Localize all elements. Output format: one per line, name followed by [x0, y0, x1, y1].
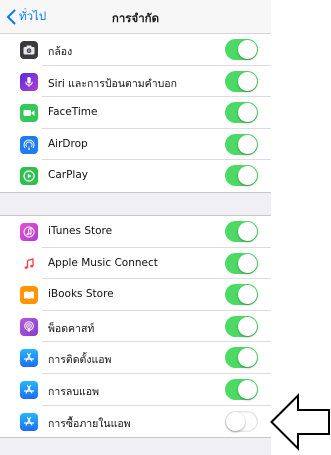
podcasts-icon — [20, 317, 38, 336]
row-label: กล้อง — [48, 46, 73, 58]
settings-row-ibooks-store: iBooks Store — [0, 279, 271, 311]
row-label: การซื้อภายในแอพ — [48, 417, 131, 430]
app-store-icon — [20, 380, 38, 399]
settings-row-installing-apps: การติดตั้งแอพ — [0, 342, 271, 374]
row-label: iBooks Store — [48, 288, 114, 301]
itunes-store-toggle[interactable] — [225, 221, 258, 242]
navigation-bar: ทั่วไป การจำกัด — [0, 0, 271, 34]
settings-row-itunes-store: iTunes Store — [0, 216, 271, 248]
ibooks-store-toggle[interactable] — [225, 284, 258, 306]
facetime-icon — [20, 104, 38, 123]
settings-screen: ทั่วไป การจำกัด กล้อง Siri และการป้อนตาม… — [0, 0, 271, 455]
settings-group-1: กล้อง Siri และการป้อนตามคำบอก FaceTime A… — [0, 34, 271, 193]
app-store-icon — [20, 349, 38, 368]
toggle-knob — [238, 379, 257, 399]
music-note-icon — [20, 254, 38, 273]
ibooks-icon — [20, 286, 38, 305]
itunes-store-icon — [20, 223, 38, 241]
row-label: AirDrop — [48, 137, 88, 150]
settings-row-in-app-purchases: การซื้อภายในแอพ — [0, 406, 271, 438]
apple-music-connect-toggle[interactable] — [225, 252, 258, 274]
settings-row-facetime: FaceTime — [0, 97, 271, 129]
settings-row-camera: กล้อง — [0, 34, 271, 66]
podcasts-toggle[interactable] — [225, 315, 258, 337]
toggle-knob — [238, 40, 257, 59]
siri-mic-icon — [20, 72, 38, 91]
toggle-knob — [238, 316, 257, 336]
row-label: FaceTime — [48, 106, 98, 119]
carplay-icon — [20, 167, 38, 186]
row-label: iTunes Store — [48, 225, 113, 237]
toggle-knob — [238, 222, 257, 241]
row-label: การติดตั้งแอพ — [48, 354, 112, 367]
row-label: การลบแอพ — [48, 385, 99, 398]
toggle-knob — [238, 253, 257, 273]
airdrop-icon — [20, 135, 38, 154]
facetime-toggle[interactable] — [225, 102, 258, 124]
row-label: CarPlay — [48, 169, 88, 182]
row-label: พ็อดคาสท์ — [48, 322, 95, 335]
settings-row-carplay: CarPlay — [0, 160, 271, 192]
carplay-toggle[interactable] — [225, 165, 258, 187]
settings-row-apple-music-connect: Apple Music Connect — [0, 248, 271, 280]
camera-icon — [20, 41, 38, 59]
toggle-knob — [238, 103, 257, 123]
toggle-knob — [238, 134, 257, 154]
row-label: Siri และการป้อนตามคำบอก — [48, 77, 177, 90]
settings-row-siri: Siri และการป้อนตามคำบอก — [0, 66, 271, 98]
siri-toggle[interactable] — [225, 70, 258, 92]
pointer-arrow-annotation — [270, 393, 330, 451]
airdrop-toggle[interactable] — [225, 133, 258, 155]
screen: ทั่วไป การจำกัด กล้อง Siri และการป้อนตาม… — [0, 0, 331, 455]
in-app-purchases-toggle[interactable] — [225, 410, 258, 432]
camera-toggle[interactable] — [225, 39, 258, 60]
toggle-knob — [238, 285, 257, 305]
toggle-knob — [226, 411, 245, 431]
row-label: Apple Music Connect — [48, 256, 158, 269]
toggle-knob — [238, 166, 257, 186]
deleting-apps-toggle[interactable] — [225, 378, 258, 400]
installing-apps-toggle[interactable] — [225, 347, 258, 369]
settings-row-deleting-apps: การลบแอพ — [0, 374, 271, 406]
settings-group-2: iTunes Store Apple Music Connect iBooks … — [0, 215, 271, 439]
settings-row-airdrop: AirDrop — [0, 129, 271, 161]
page-title: การจำกัด — [111, 11, 160, 25]
settings-row-podcasts: พ็อดคาสท์ — [0, 311, 271, 343]
toggle-knob — [238, 71, 257, 91]
toggle-knob — [238, 348, 257, 368]
app-store-icon — [20, 412, 38, 431]
